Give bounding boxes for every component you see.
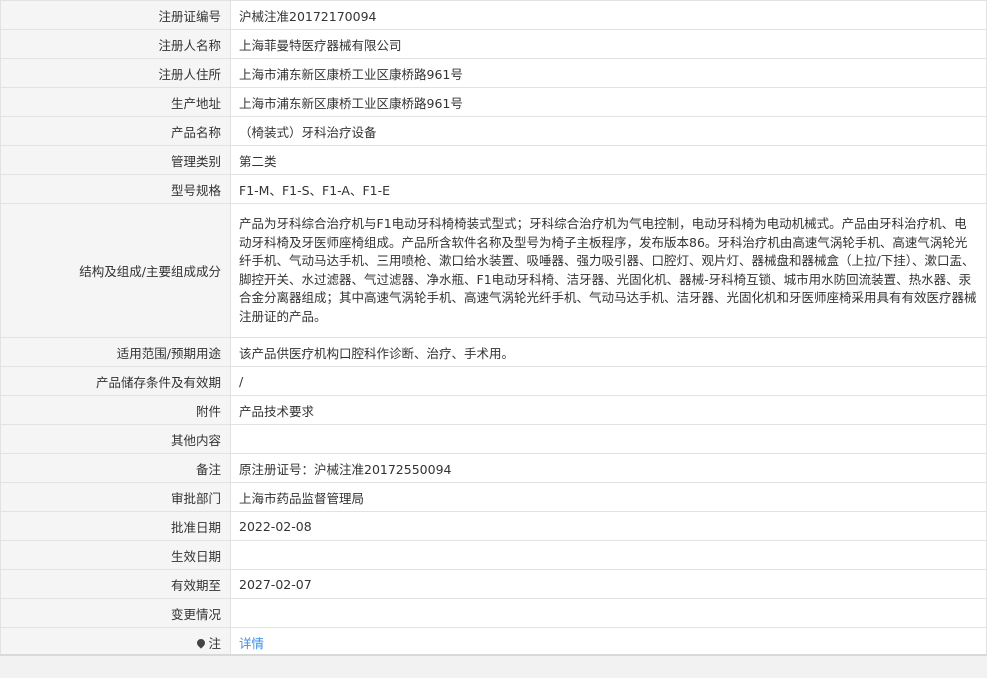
- note-label-cell: 注: [0, 627, 231, 657]
- table-row: 产品储存条件及有效期 /: [0, 366, 987, 396]
- table-row: 附件 产品技术要求: [0, 395, 987, 425]
- row-label: 型号规格: [0, 174, 231, 204]
- table-row: 生效日期: [0, 540, 987, 570]
- row-value: 上海市浦东新区康桥工业区康桥路961号: [230, 87, 987, 117]
- registration-info-table: 注册证编号 沪械注准20172170094 注册人名称 上海菲曼特医疗器械有限公…: [0, 0, 987, 657]
- row-label: 生效日期: [0, 540, 231, 570]
- row-value: [230, 424, 987, 454]
- table-row: 注册人名称 上海菲曼特医疗器械有限公司: [0, 29, 987, 59]
- table-row: 结构及组成/主要组成成分 产品为牙科综合治疗机与F1电动牙科椅椅装式型式；牙科综…: [0, 203, 987, 338]
- table-row: 其他内容: [0, 424, 987, 454]
- row-value: /: [230, 366, 987, 396]
- row-value: 产品为牙科综合治疗机与F1电动牙科椅椅装式型式；牙科综合治疗机为气电控制，电动牙…: [230, 203, 987, 338]
- row-label: 注册证编号: [0, 0, 231, 30]
- row-label: 审批部门: [0, 482, 231, 512]
- row-label: 附件: [0, 395, 231, 425]
- table-row: 审批部门 上海市药品监督管理局: [0, 482, 987, 512]
- details-link[interactable]: 详情: [239, 636, 264, 651]
- bottom-bar: [0, 654, 987, 678]
- row-value: 产品技术要求: [230, 395, 987, 425]
- row-label: 结构及组成/主要组成成分: [0, 203, 231, 338]
- row-value: 原注册证号：沪械注准20172550094: [230, 453, 987, 483]
- table-row: 产品名称 （椅装式）牙科治疗设备: [0, 116, 987, 146]
- table-row: 注册人住所 上海市浦东新区康桥工业区康桥路961号: [0, 58, 987, 88]
- row-value: 上海市浦东新区康桥工业区康桥路961号: [230, 58, 987, 88]
- row-label: 批准日期: [0, 511, 231, 541]
- table-row: 批准日期 2022-02-08: [0, 511, 987, 541]
- row-label: 适用范围/预期用途: [0, 337, 231, 367]
- row-value: 2022-02-08: [230, 511, 987, 541]
- note-value-cell: 详情: [230, 627, 987, 657]
- note-label: 注: [208, 635, 221, 651]
- table-row: 管理类别 第二类: [0, 145, 987, 175]
- row-label: 其他内容: [0, 424, 231, 454]
- table-row: 变更情况: [0, 598, 987, 628]
- row-value: 2027-02-07: [230, 569, 987, 599]
- row-value: [230, 540, 987, 570]
- row-value: （椅装式）牙科治疗设备: [230, 116, 987, 146]
- table-row: 备注 原注册证号：沪械注准20172550094: [0, 453, 987, 483]
- table-row: 适用范围/预期用途 该产品供医疗机构口腔科作诊断、治疗、手术用。: [0, 337, 987, 367]
- row-value: F1-M、F1-S、F1-A、F1-E: [230, 174, 987, 204]
- row-value: 该产品供医疗机构口腔科作诊断、治疗、手术用。: [230, 337, 987, 367]
- row-value: [230, 598, 987, 628]
- note-row: 注 详情: [0, 627, 987, 657]
- row-label: 注册人住所: [0, 58, 231, 88]
- row-label: 管理类别: [0, 145, 231, 175]
- row-value: 上海市药品监督管理局: [230, 482, 987, 512]
- row-label: 生产地址: [0, 87, 231, 117]
- row-label: 变更情况: [0, 598, 231, 628]
- table-row: 有效期至 2027-02-07: [0, 569, 987, 599]
- row-label: 备注: [0, 453, 231, 483]
- table-row: 生产地址 上海市浦东新区康桥工业区康桥路961号: [0, 87, 987, 117]
- table-row: 注册证编号 沪械注准20172170094: [0, 0, 987, 30]
- row-label: 注册人名称: [0, 29, 231, 59]
- row-value: 第二类: [230, 145, 987, 175]
- map-pin-icon: [195, 637, 208, 649]
- row-label: 有效期至: [0, 569, 231, 599]
- row-value: 沪械注准20172170094: [230, 0, 987, 30]
- row-label: 产品名称: [0, 116, 231, 146]
- table-row: 型号规格 F1-M、F1-S、F1-A、F1-E: [0, 174, 987, 204]
- row-label: 产品储存条件及有效期: [0, 366, 231, 396]
- row-value: 上海菲曼特医疗器械有限公司: [230, 29, 987, 59]
